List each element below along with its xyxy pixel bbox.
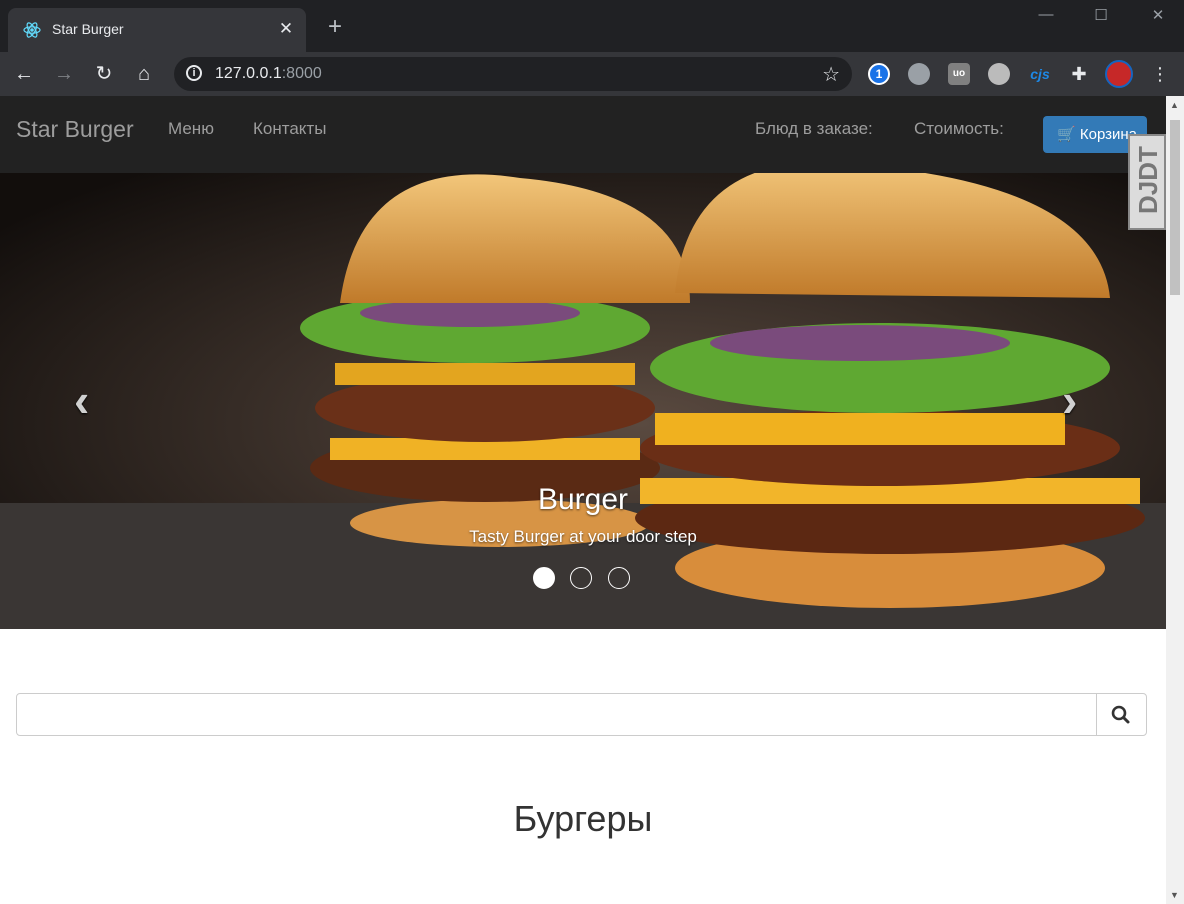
ghostery-icon[interactable] bbox=[988, 63, 1010, 85]
new-tab-button[interactable]: + bbox=[322, 15, 348, 39]
carousel-indicator[interactable] bbox=[608, 567, 630, 589]
carousel-caption-title: Burger bbox=[537, 483, 629, 516]
avatar[interactable] bbox=[1105, 60, 1133, 88]
site-navbar: Star Burger Меню Контакты Блюд в заказе:… bbox=[0, 96, 1166, 174]
scroll-up-icon[interactable]: ▲ bbox=[1170, 100, 1179, 110]
scrollbar-thumb[interactable] bbox=[1170, 120, 1180, 295]
browser-tab[interactable]: Star Burger ✕ bbox=[8, 8, 306, 52]
menu-kebab-icon[interactable]: ⋮ bbox=[1148, 62, 1172, 86]
address-bar[interactable]: i 127.0.0.1:8000 ☆ bbox=[174, 57, 852, 91]
carousel-caption-subtitle: Tasty Burger at your door step bbox=[469, 527, 697, 546]
home-icon[interactable]: ⌂ bbox=[132, 62, 156, 86]
puzzle-icon[interactable]: ✚ bbox=[1068, 63, 1090, 85]
ublock-icon[interactable]: uo bbox=[948, 63, 970, 85]
page-viewport: Star Burger Меню Контакты Блюд в заказе:… bbox=[0, 96, 1166, 904]
forward-icon[interactable]: → bbox=[52, 62, 76, 86]
order-cost-label: Стоимость: bbox=[914, 119, 1004, 138]
tab-title: Star Burger bbox=[52, 21, 124, 37]
search-input[interactable] bbox=[17, 694, 1101, 737]
site-info-icon[interactable]: i bbox=[186, 65, 202, 81]
section-heading-burgers: Бургеры bbox=[513, 798, 653, 839]
nav-menu-link[interactable]: Меню bbox=[168, 119, 214, 139]
carousel-indicator[interactable] bbox=[533, 567, 555, 589]
tab-close-icon[interactable]: ✕ bbox=[276, 19, 296, 39]
search-box bbox=[16, 693, 1147, 737]
onepassword-icon[interactable]: 1 bbox=[868, 63, 890, 85]
close-window-icon[interactable]: ✕ bbox=[1143, 6, 1173, 24]
carousel-prev-icon[interactable]: ‹ bbox=[74, 373, 89, 427]
minimize-icon[interactable]: — bbox=[1031, 6, 1061, 23]
bookmark-star-icon[interactable]: ☆ bbox=[822, 62, 840, 87]
carousel-next-icon[interactable]: › bbox=[1062, 373, 1077, 427]
url-text[interactable]: 127.0.0.1:8000 bbox=[215, 65, 322, 83]
globe-icon[interactable] bbox=[908, 63, 930, 85]
page-scrollbar[interactable]: ▲ ▼ bbox=[1166, 96, 1184, 904]
maximize-icon[interactable]: ☐ bbox=[1086, 6, 1116, 24]
brand-link[interactable]: Star Burger bbox=[16, 116, 134, 143]
hero-carousel: ‹ › Burger Tasty Burger at your door ste… bbox=[0, 173, 1166, 629]
search-button[interactable] bbox=[1096, 694, 1146, 735]
react-icon bbox=[23, 22, 41, 38]
browser-titlebar: Star Burger ✕ + — ☐ ✕ bbox=[0, 0, 1184, 52]
burger-image bbox=[0, 173, 1166, 629]
carousel-indicator[interactable] bbox=[570, 567, 592, 589]
scroll-down-icon[interactable]: ▼ bbox=[1170, 890, 1179, 900]
nav-contacts-link[interactable]: Контакты bbox=[253, 119, 326, 139]
cart-icon: 🛒 bbox=[1057, 126, 1076, 143]
reload-icon[interactable]: ↻ bbox=[92, 62, 116, 86]
back-icon[interactable]: ← bbox=[12, 62, 36, 86]
search-icon bbox=[1111, 705, 1130, 724]
browser-toolbar: ← → ↻ ⌂ i 127.0.0.1:8000 ☆ 1 uo cjs ✚ ⋮ bbox=[0, 52, 1184, 96]
django-debug-toolbar-handle[interactable]: DJDT bbox=[1128, 134, 1166, 230]
cjs-icon[interactable]: cjs bbox=[1026, 63, 1054, 85]
order-items-label: Блюд в заказе: bbox=[755, 119, 873, 138]
